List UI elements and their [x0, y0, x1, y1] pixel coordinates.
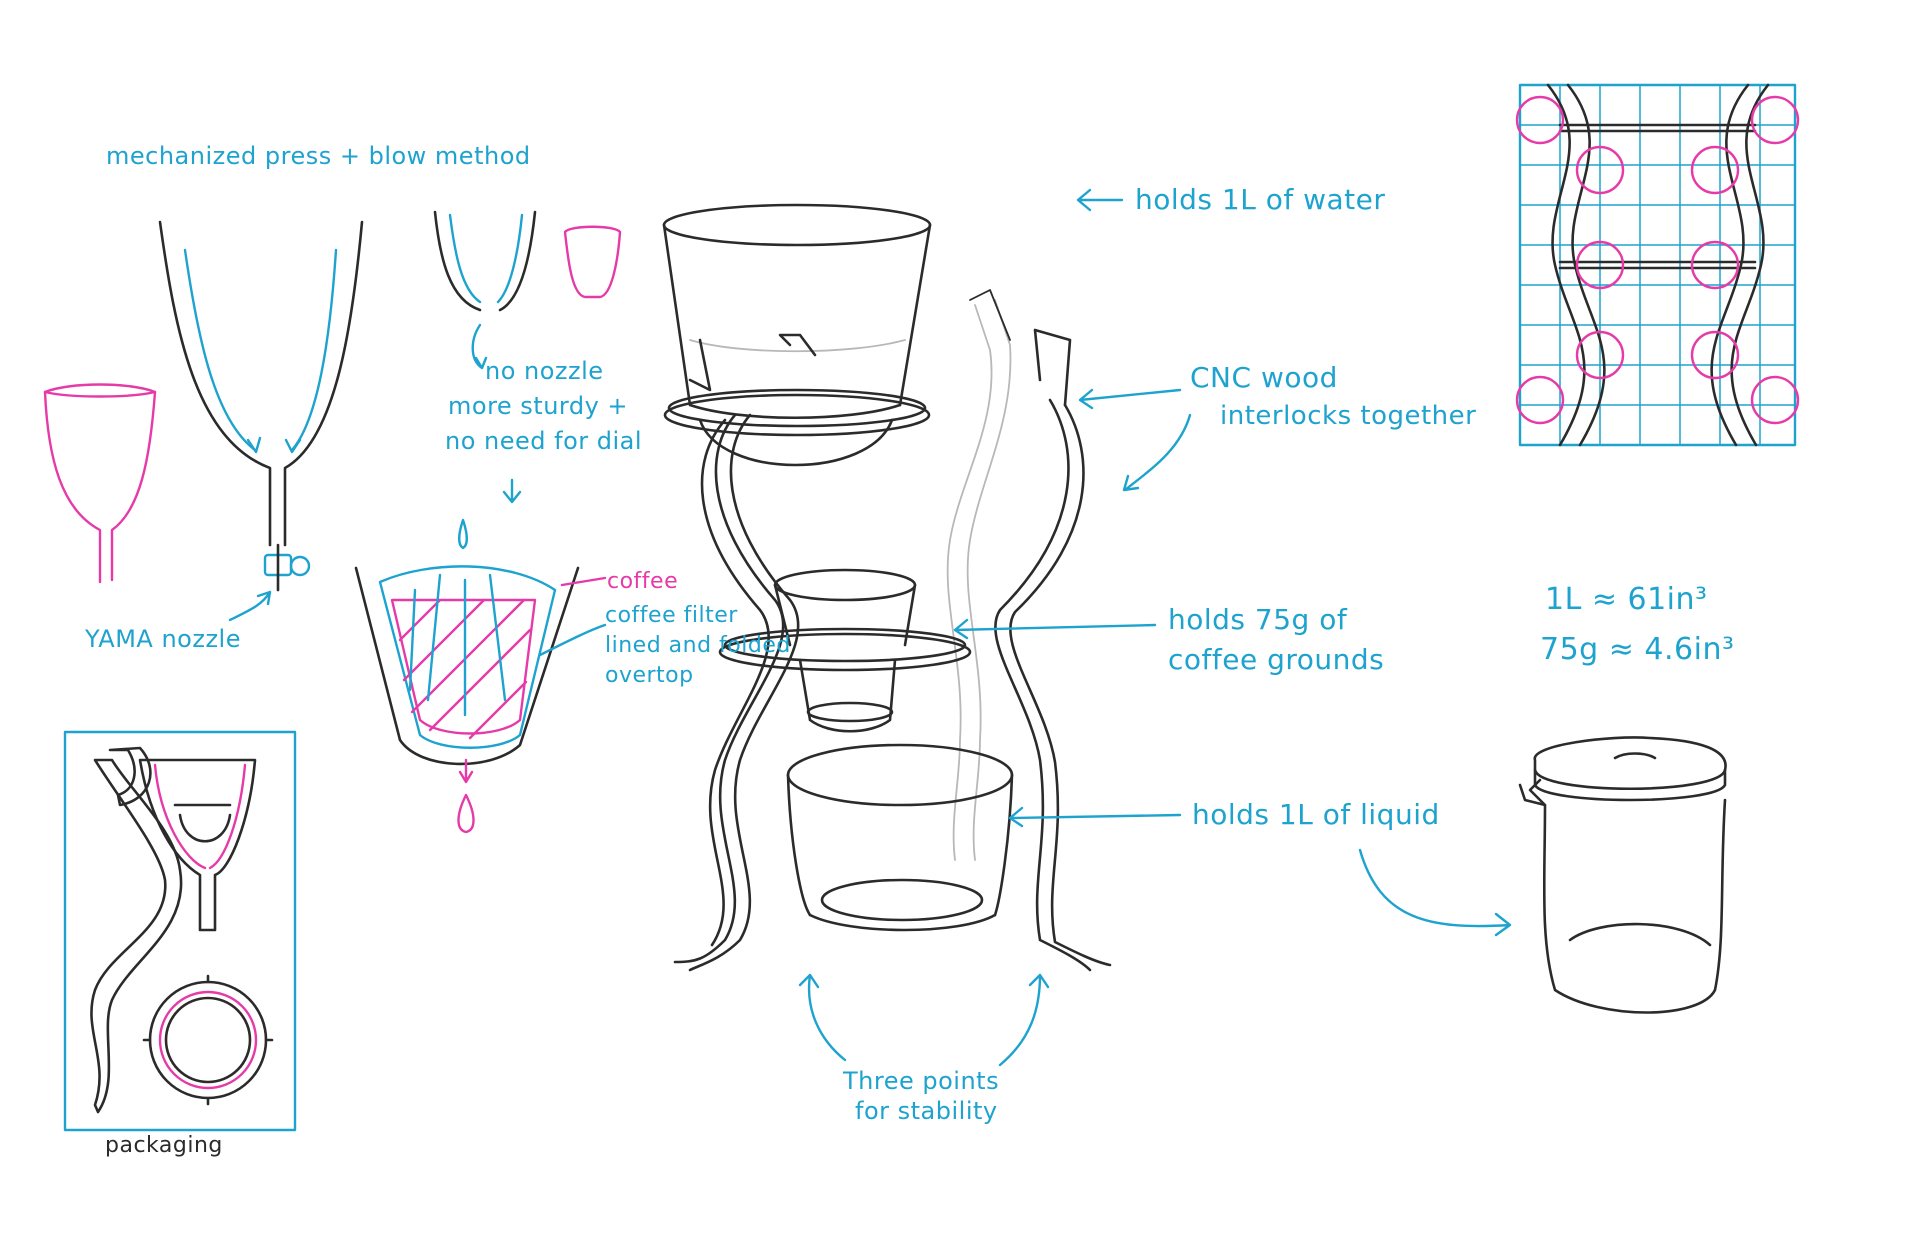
label-conversion-water: 1L ≈ 61in³ [1545, 582, 1708, 617]
label-coffee: coffee [607, 569, 679, 594]
label-more-sturdy: more sturdy + [448, 392, 629, 420]
pink-cup-sketch [43, 383, 157, 584]
label-coffee-grounds: coffee grounds [1168, 643, 1385, 676]
label-interlocks: interlocks together [1220, 401, 1477, 431]
label-cnc-wood: CNC wood [1190, 361, 1338, 394]
label-holds-grounds: holds 75g of [1168, 603, 1348, 636]
funnel-with-nozzle-sketch [158, 220, 364, 592]
label-packaging: packaging [105, 1133, 223, 1158]
label-holds-water: holds 1L of water [1135, 183, 1386, 216]
concept-sketch [43, 83, 1800, 1132]
label-method: mechanized press + blow method [106, 142, 531, 170]
label-holds-liquid: holds 1L of liquid [1192, 798, 1440, 831]
label-filter-2: lined and folded [605, 633, 791, 658]
jar-sketch [1358, 736, 1727, 1014]
label-no-nozzle: no nozzle [485, 357, 604, 385]
brewer-sketch [662, 203, 1112, 972]
packaging-panel [63, 730, 297, 1132]
yama-arrow [228, 590, 272, 622]
label-filter-1: coffee filter [605, 603, 738, 628]
label-filter-3: overtop [605, 663, 694, 688]
label-conversion-grounds: 75g ≈ 4.6in³ [1540, 632, 1735, 667]
label-yama-nozzle: YAMA nozzle [85, 625, 241, 653]
label-no-dial: no need for dial [445, 427, 643, 455]
filter-cone-sketch [354, 518, 607, 834]
label-three-points: Three points [843, 1067, 1000, 1095]
cnc-pattern-grid [1515, 83, 1800, 447]
label-for-stability: for stability [855, 1097, 998, 1125]
